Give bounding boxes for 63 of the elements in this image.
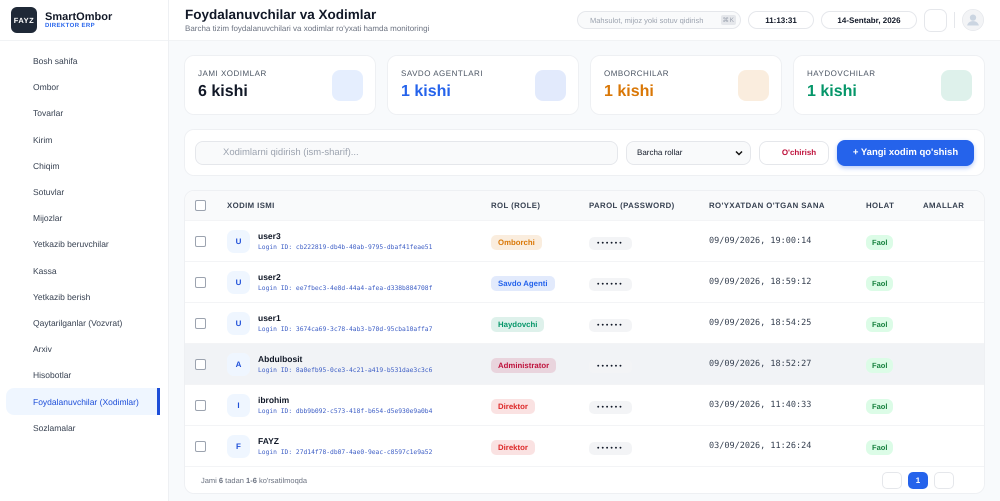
add-employee-button[interactable]: + Yangi xodim qo'shish: [837, 140, 974, 166]
app-name: SmartOmbor: [45, 11, 112, 23]
avatar-initial: U: [227, 312, 250, 334]
sidebar-item[interactable]: Foydalanuvchilar (Xodimlar): [6, 388, 160, 415]
avatar-initial: I: [227, 394, 250, 416]
employee-name: FAYZ: [258, 436, 280, 446]
sidebar-item[interactable]: Mijozlar: [6, 205, 160, 232]
sidebar-item[interactable]: Hisobotlar: [6, 362, 160, 388]
avatar-initial: U: [227, 270, 250, 294]
row-checkbox[interactable]: [195, 400, 206, 410]
search-field[interactable]: Xodimlarni qidirish (ism-sharif)...: [195, 140, 618, 164]
employee-name: ibrohim: [258, 395, 290, 405]
registration-date: 03/09/2026, 11:40:33: [709, 400, 812, 410]
row-checkbox[interactable]: [195, 276, 206, 288]
select-all-checkbox[interactable]: [195, 200, 206, 211]
sidebar-item[interactable]: Sotuvlar: [6, 178, 160, 206]
stat-label: OMBORCHILAR: [604, 69, 670, 78]
role-dropdown[interactable]: Barcha rollar: [626, 140, 751, 164]
page-subtitle: Barcha tizim foydalanuvchilari va xodimlar ro'yxati hamda monitoringi: [185, 24, 430, 33]
stat-value: 1 kishi: [604, 83, 655, 101]
stat-icon: [332, 70, 363, 100]
sidebar-item[interactable]: Sozlamalar: [6, 414, 160, 441]
avatar-initial: F: [227, 434, 250, 458]
registration-date: 09/09/2026, 18:54:25: [709, 318, 812, 328]
stat-icon: [738, 70, 769, 100]
stat-icon: [535, 70, 566, 100]
employee-name: Abdulbosit: [258, 354, 304, 364]
sidebar-item[interactable]: Arxiv: [6, 336, 160, 362]
sidebar-item[interactable]: Kirim: [6, 126, 160, 153]
sidebar-item[interactable]: Yetkazib beruvchilar: [6, 231, 160, 258]
stat-label: HAYDOVCHILAR: [807, 69, 876, 78]
row-checkbox[interactable]: [195, 358, 206, 370]
sidebar-item[interactable]: Kassa: [6, 258, 160, 284]
stat-label: SAVDO AGENTLARI: [401, 69, 484, 78]
registration-date: 09/09/2026, 18:59:12: [709, 277, 812, 287]
page-button[interactable]: 1: [908, 472, 928, 488]
employee-name: user2: [258, 272, 282, 282]
sidebar-item[interactable]: Yetkazib berish: [6, 284, 160, 310]
avatar-initial: U: [227, 230, 250, 252]
stat-value: 6 kishi: [198, 83, 249, 101]
clock: 11:13:31: [748, 11, 814, 29]
avatar-initial: A: [227, 352, 250, 376]
sidebar-item[interactable]: Chiqim: [6, 152, 160, 179]
stat-label: JAMI XODIMLAR: [198, 69, 267, 78]
stat-icon: [941, 70, 972, 100]
sidebar-item[interactable]: Qaytarilganlar (Vozvrat): [6, 310, 160, 336]
registration-date: 09/09/2026, 19:00:14: [709, 236, 812, 246]
row-checkbox[interactable]: [195, 440, 206, 452]
row-checkbox[interactable]: [195, 318, 206, 328]
avatar-icon[interactable]: [962, 9, 984, 31]
date-display: 14-Sentabr, 2026: [821, 11, 917, 29]
stat-value: 1 kishi: [401, 83, 452, 101]
sidebar-item[interactable]: Tovarlar: [6, 100, 160, 127]
sidebar-item[interactable]: Ombor: [6, 74, 160, 100]
sidebar-item[interactable]: Bosh sahifa: [6, 48, 160, 74]
employee-name: user1: [258, 313, 282, 323]
stat-value: 1 kishi: [807, 83, 858, 101]
delete-button[interactable]: O'chirish: [759, 140, 829, 164]
row-checkbox[interactable]: [195, 236, 206, 246]
page-title: Foydalanuvchilar va Xodimlar: [185, 7, 378, 22]
registration-date: 09/09/2026, 18:52:27: [709, 359, 812, 369]
registration-date: 03/09/2026, 11:26:24: [709, 441, 812, 451]
employee-name: user3: [258, 231, 282, 241]
